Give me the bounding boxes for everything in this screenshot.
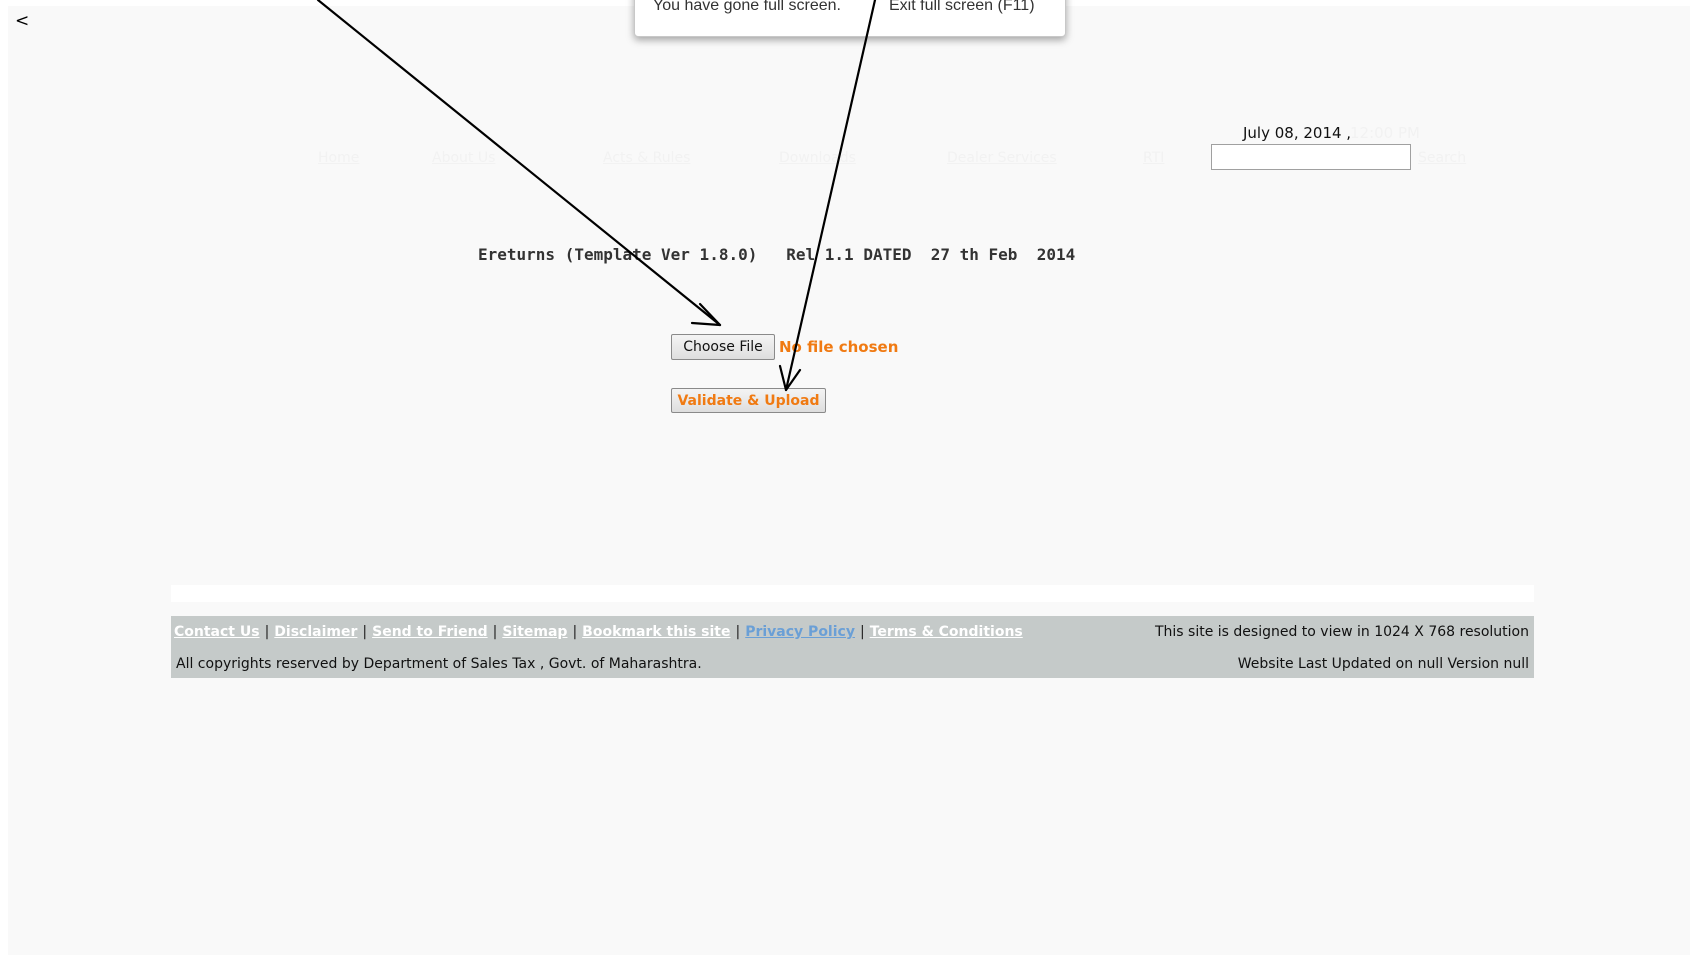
search-input[interactable] bbox=[1211, 144, 1411, 170]
exit-fullscreen-link[interactable]: Exit full screen (F11) bbox=[889, 0, 1035, 15]
footer-link-contact-us[interactable]: Contact Us bbox=[174, 624, 260, 640]
footer-links: Contact Us | Disclaimer | Send to Friend | Sit… bbox=[174, 624, 1023, 640]
back-arrow-icon[interactable]: < bbox=[15, 11, 29, 31]
header-date: July 08, 2014 , bbox=[1243, 124, 1352, 142]
nav-home[interactable]: Home bbox=[318, 150, 359, 166]
page-frame: < bbox=[8, 6, 1690, 955]
fullscreen-message: You have gone full screen. bbox=[653, 0, 841, 14]
footer-separator: | bbox=[859, 624, 865, 640]
footer-link-sitemap[interactable]: Sitemap bbox=[502, 624, 567, 640]
footer-spacer bbox=[171, 585, 1534, 602]
page-title: Ereturns (Template Ver 1.8.0) Rel 1.1 DA… bbox=[478, 245, 1076, 264]
footer-separator: | bbox=[264, 624, 270, 640]
nav-downloads[interactable]: Downloads bbox=[779, 150, 856, 166]
nav-rti[interactable]: RTI bbox=[1143, 150, 1164, 166]
footer-last-updated: Website Last Updated on null Version nul… bbox=[1237, 656, 1529, 672]
nav-acts-rules[interactable]: Acts & Rules bbox=[603, 150, 690, 166]
fullscreen-notice: You have gone full screen. Exit full scr… bbox=[634, 0, 1066, 37]
footer-link-disclaimer[interactable]: Disclaimer bbox=[274, 624, 357, 640]
file-status-text: No file chosen bbox=[779, 338, 899, 356]
footer-separator: | bbox=[362, 624, 368, 640]
footer-separator: | bbox=[572, 624, 578, 640]
nav-dealer-services[interactable]: Dealer Services bbox=[947, 150, 1057, 166]
footer-copyright: All copyrights reserved by Department of… bbox=[176, 656, 702, 672]
footer-separator: | bbox=[735, 624, 741, 640]
nav-about-us[interactable]: About Us bbox=[432, 150, 495, 166]
footer-link-send-to-friend[interactable]: Send to Friend bbox=[372, 624, 487, 640]
footer: Contact Us | Disclaimer | Send to Friend | Sit… bbox=[171, 616, 1534, 678]
footer-link-bookmark[interactable]: Bookmark this site bbox=[582, 624, 730, 640]
footer-link-terms-conditions[interactable]: Terms & Conditions bbox=[870, 624, 1023, 640]
validate-upload-button[interactable]: Validate & Upload bbox=[671, 388, 826, 413]
footer-resolution-note: This site is designed to view in 1024 X … bbox=[1154, 624, 1529, 640]
choose-file-button[interactable]: Choose File bbox=[671, 334, 775, 360]
search-link[interactable]: Search bbox=[1418, 150, 1466, 166]
footer-separator: | bbox=[492, 624, 498, 640]
page: < You have gone full screen. Exit full s… bbox=[0, 0, 1690, 955]
footer-link-privacy-policy[interactable]: Privacy Policy bbox=[745, 624, 855, 640]
header-time: 12:00 PM bbox=[1350, 124, 1420, 142]
